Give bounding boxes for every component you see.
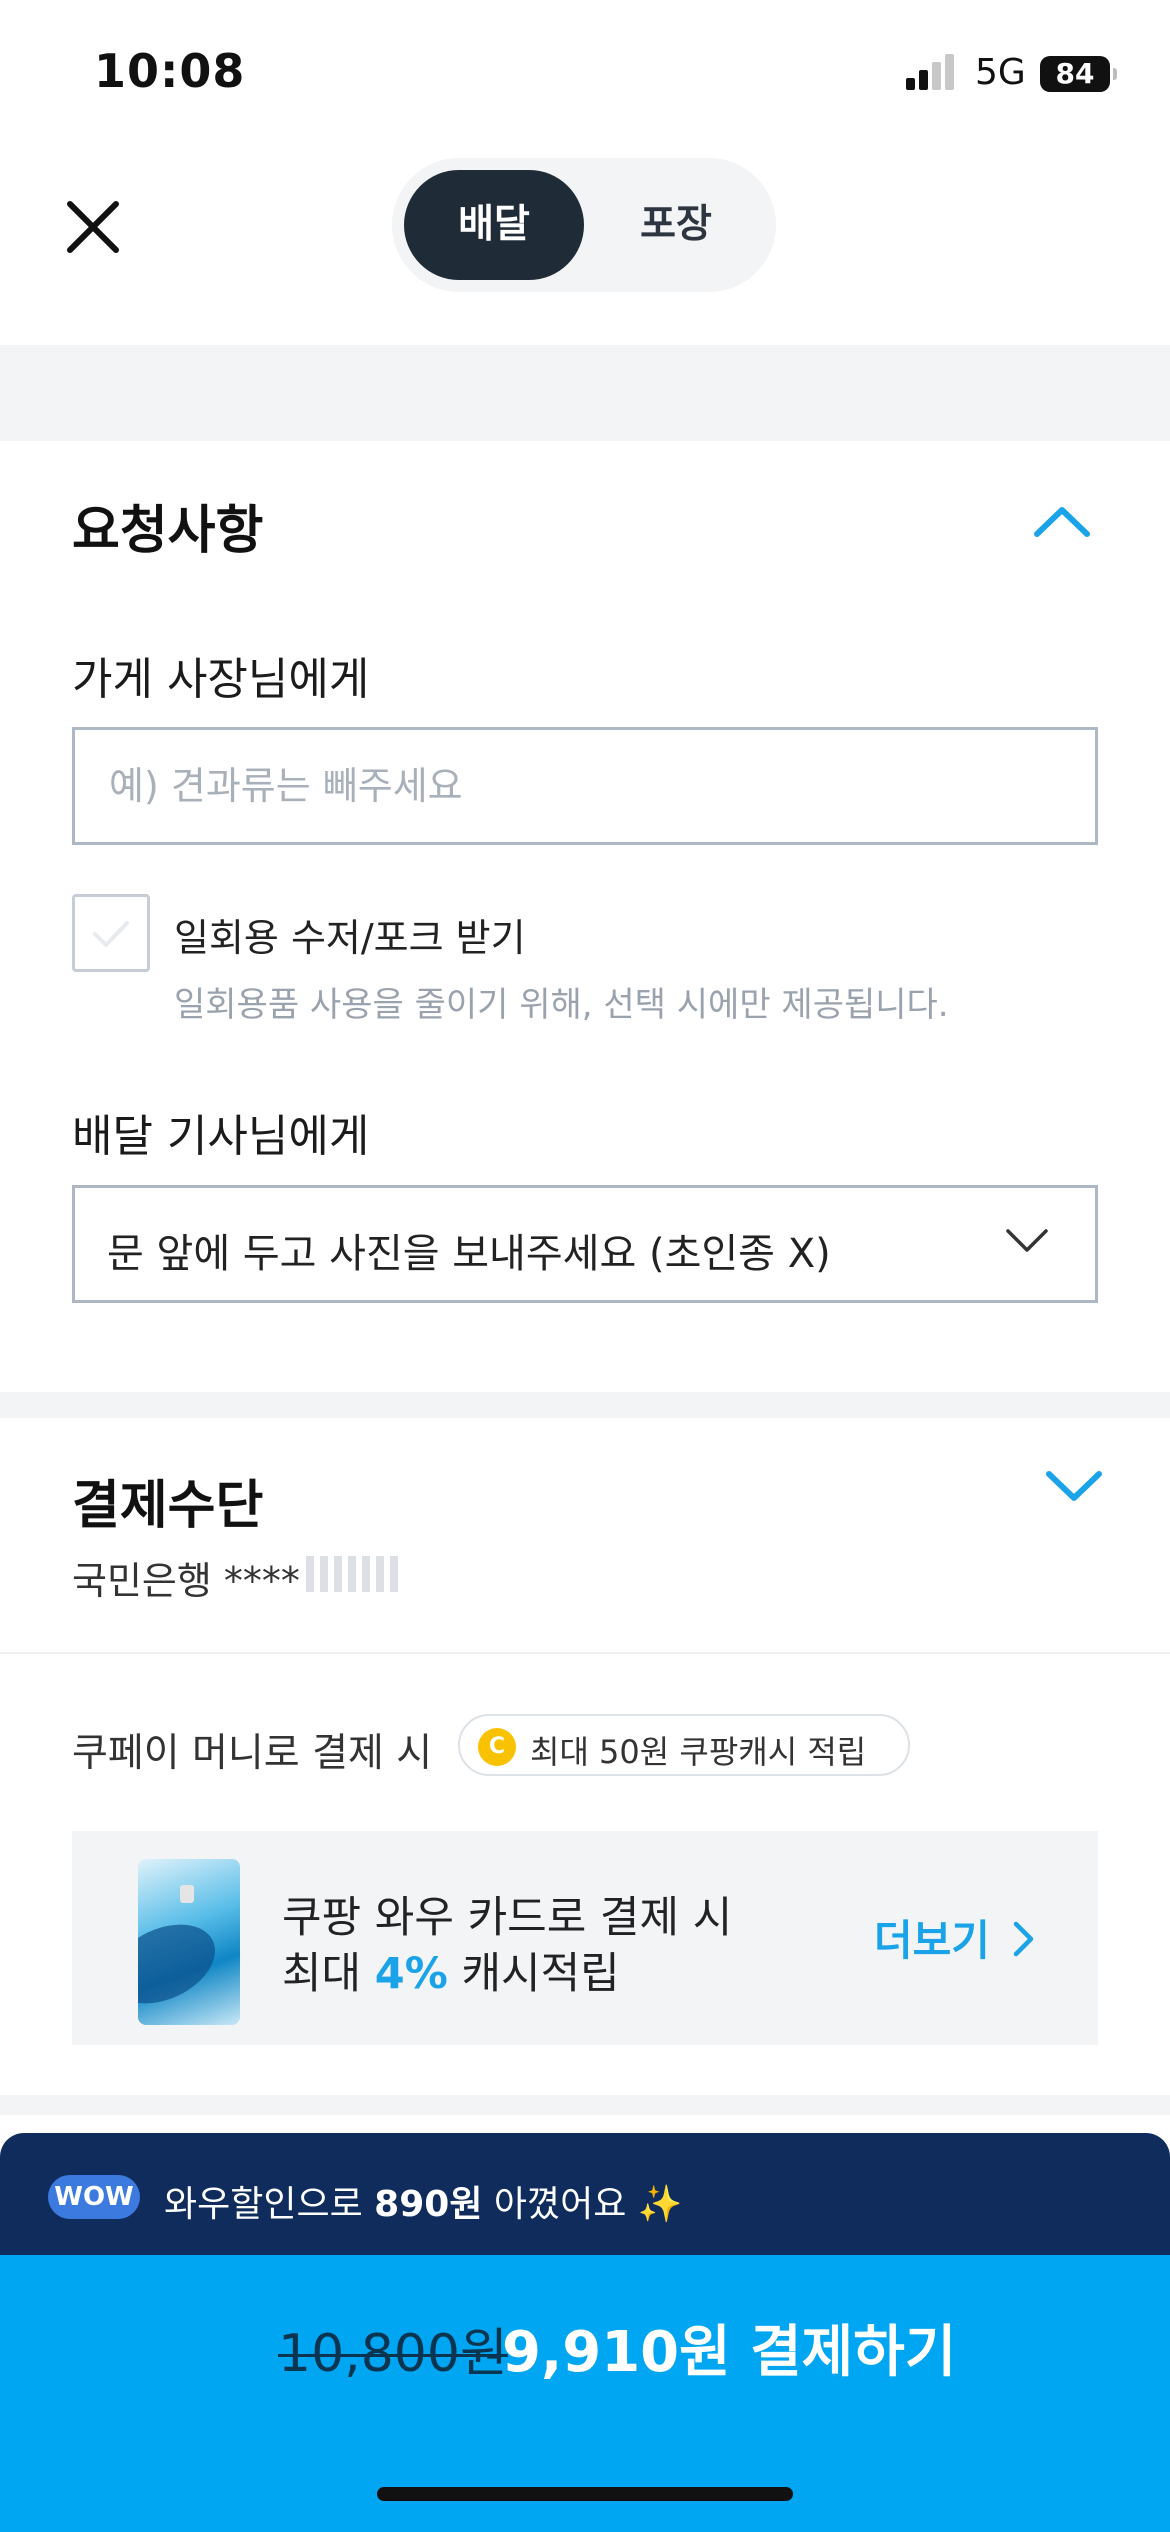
promo-line2: 최대 4% 캐시적립 xyxy=(282,1939,620,2001)
expand-button[interactable] xyxy=(1044,1469,1104,1509)
wow-amount: 890원 xyxy=(374,2184,483,2225)
masked-account xyxy=(306,1556,398,1592)
promo-line1: 쿠팡 와우 카드로 결제 시 xyxy=(282,1893,733,1943)
promo-percent: 4% xyxy=(374,1949,448,1999)
delivery-type-toggle: 배달 포장 xyxy=(392,158,776,292)
network-label: 5G xyxy=(975,52,1026,93)
collapse-button[interactable] xyxy=(1032,503,1092,543)
status-time: 10:08 xyxy=(94,44,246,98)
tab-delivery[interactable]: 배달 xyxy=(404,170,584,280)
promo-suffix: 캐시적립 xyxy=(447,1949,620,1999)
more-label: 더보기 xyxy=(874,1916,990,1965)
coupay-label: 쿠페이 머니로 결제 시 xyxy=(72,1731,433,1776)
utensils-note: 일회용품 사용을 줄이기 위해, 선택 시에만 제공됩니다. xyxy=(174,985,949,1025)
card-chip-icon xyxy=(180,1885,194,1903)
close-icon xyxy=(67,201,119,253)
wow-prefix: 와우할인으로 xyxy=(164,2184,375,2225)
sparkle-icon: ✨ xyxy=(637,2184,683,2225)
rider-request-value: 문 앞에 두고 사진을 보내주세요 (초인종 X) xyxy=(107,1231,831,1277)
original-price: 10,800원 xyxy=(278,2324,508,2384)
payment-method: 국민은행 **** xyxy=(72,1559,300,1603)
wow-savings-text: 와우할인으로 890원 아꼈어요 ✨ xyxy=(164,2175,683,2227)
chevron-down-icon xyxy=(1046,1471,1102,1501)
promo-prefix: 최대 xyxy=(282,1949,375,1999)
section-divider xyxy=(0,2095,1170,2115)
cash-reward-text: 최대 50원 쿠팡캐시 적립 xyxy=(530,1733,867,1771)
home-indicator xyxy=(377,2487,793,2501)
more-link[interactable]: 더보기 xyxy=(874,1907,1037,1968)
cash-reward-badge: C 최대 50원 쿠팡캐시 적립 xyxy=(458,1714,910,1776)
utensils-checkbox[interactable] xyxy=(72,894,150,972)
request-section-title: 요청사항 xyxy=(72,501,264,561)
close-button[interactable] xyxy=(62,196,124,258)
tab-pickup[interactable]: 포장 xyxy=(587,170,765,280)
top-nav: 배달 포장 xyxy=(0,140,1170,345)
section-divider xyxy=(0,1392,1170,1418)
rider-request-label: 배달 기사님에게 xyxy=(72,1111,370,1162)
store-request-field xyxy=(72,727,1098,845)
card-image xyxy=(138,1859,240,2025)
wow-savings-bar: WOW 와우할인으로 890원 아꼈어요 ✨ xyxy=(0,2133,1170,2263)
status-bar: 10:08 5G 84 xyxy=(0,0,1170,140)
checkout-label: 9,910원 결제하기 xyxy=(502,2320,957,2385)
store-request-input[interactable] xyxy=(75,730,1095,842)
battery-icon: 84 xyxy=(1040,56,1117,92)
section-divider xyxy=(0,345,1170,441)
divider xyxy=(0,1652,1170,1654)
chevron-down-icon xyxy=(1006,1229,1048,1252)
wow-suffix: 아꼈어요 xyxy=(482,2184,627,2225)
utensils-label: 일회용 수저/포크 받기 xyxy=(174,916,526,960)
chevron-up-icon xyxy=(1034,507,1090,537)
wow-badge: WOW xyxy=(48,2175,140,2219)
payment-section-title: 결제수단 xyxy=(72,1476,264,1536)
wow-card-promo[interactable]: 쿠팡 와우 카드로 결제 시 최대 4% 캐시적립 더보기 xyxy=(72,1831,1098,2045)
coin-icon: C xyxy=(478,1728,516,1766)
signal-icon xyxy=(906,54,956,90)
store-request-label: 가게 사장님에게 xyxy=(72,654,370,705)
rider-request-select[interactable]: 문 앞에 두고 사진을 보내주세요 (초인종 X) xyxy=(72,1185,1098,1303)
check-icon xyxy=(93,921,129,947)
chevron-right-icon xyxy=(1013,1921,1033,1957)
